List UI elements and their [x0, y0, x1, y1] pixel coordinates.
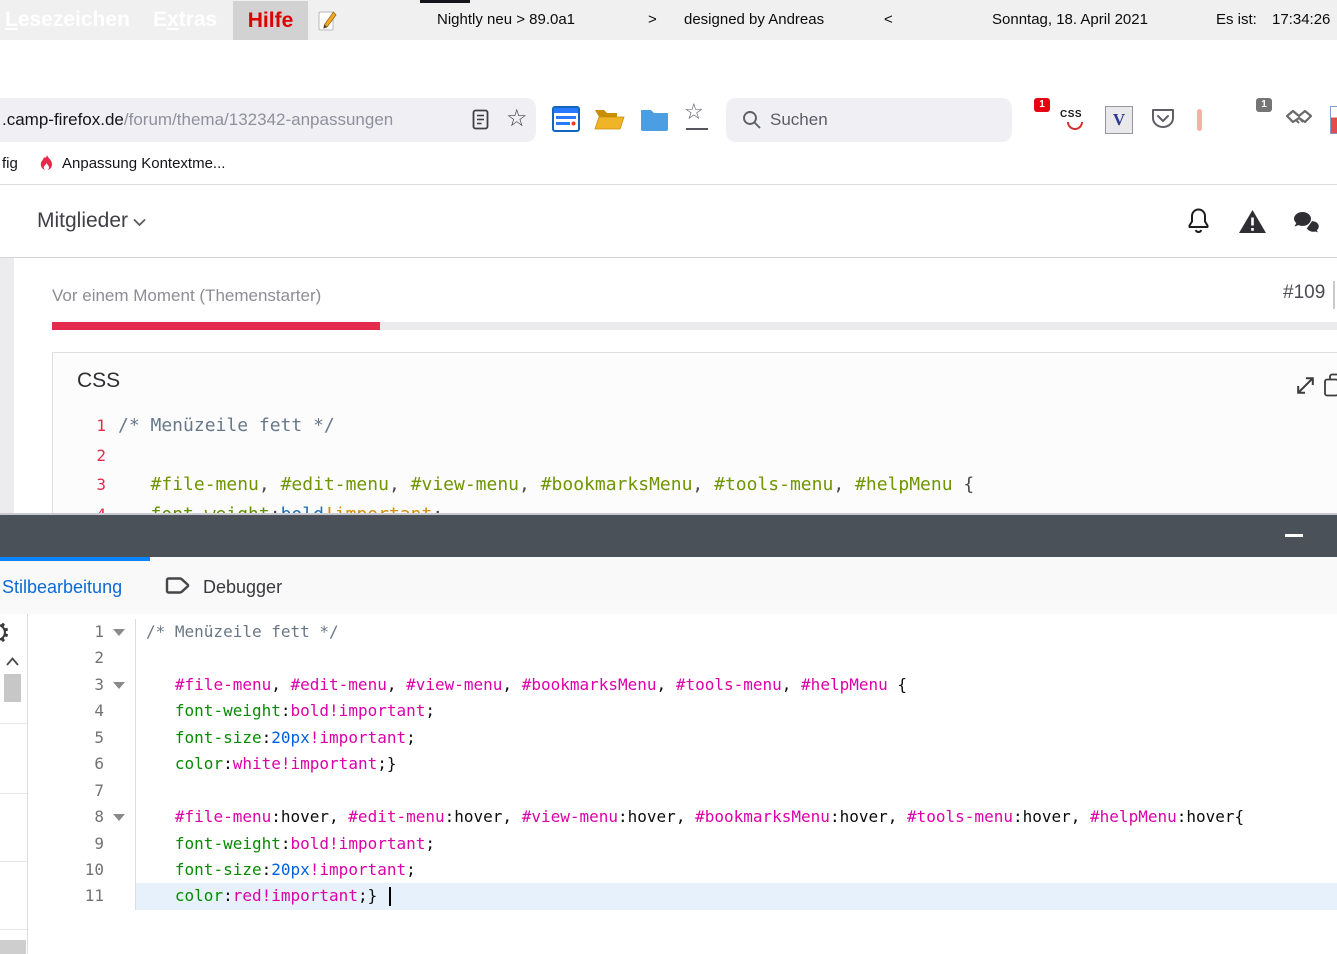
tab-stilbearbeitung[interactable]: Stilbearbeitung	[2, 557, 122, 614]
code-block-title: CSS	[77, 369, 120, 393]
scrollbar-corner	[0, 940, 26, 954]
code-line: 3 #file-menu, #edit-menu, #view-menu, #b…	[53, 470, 1337, 500]
expand-icon[interactable]	[1295, 375, 1316, 396]
url-bar[interactable]: .camp-firefox.de/forum/thema/132342-anpa…	[0, 98, 536, 142]
devtools-panel: Stilbearbeitung Debugger ⚙ 1/* Menüzeile…	[0, 513, 1337, 954]
window-title-product: Nightly neu > 89.0a1	[437, 0, 575, 40]
editor-lines[interactable]: 1/* Menüzeile fett */ 2 3 #file-menu, #e…	[28, 619, 1337, 910]
editor-line: 8 #file-menu:hover, #edit-menu:hover, #v…	[28, 804, 1337, 830]
window-title-sep-left: <	[884, 0, 893, 40]
firefox-window: { "titlebar": { "menu": { "lesezeichen":…	[0, 0, 1337, 954]
chat-icon[interactable]	[1292, 210, 1322, 235]
menu-extras[interactable]: Extras	[153, 0, 217, 40]
devtools-titlebar	[0, 515, 1337, 557]
minimize-dash-icon[interactable]	[1285, 534, 1303, 537]
pocket-icon[interactable]	[1150, 107, 1176, 132]
scrollbar-thumb[interactable]	[4, 674, 21, 702]
bookmarks-menu-icon[interactable]: ☆	[684, 102, 704, 124]
menu-hilfe-hovered[interactable]: Hilfe	[233, 1, 308, 40]
editor-line: 4 font-weight:bold!important;	[28, 698, 1337, 724]
code-line: 1/* Menüzeile fett */	[53, 411, 1337, 441]
editor-line: 1/* Menüzeile fett */	[28, 619, 1337, 645]
fold-arrow-icon[interactable]	[113, 682, 125, 689]
editor-line: 7	[28, 778, 1337, 804]
folder-icon[interactable]	[640, 107, 669, 131]
stylesheet-list-pane: ⚙	[0, 614, 28, 954]
chevron-down-icon	[133, 218, 146, 227]
fold-arrow-icon[interactable]	[113, 629, 125, 636]
nav-mitglieder[interactable]: Mitglieder	[37, 185, 128, 257]
window-titlebar: Lesezeichen Extras Hilfe Nightly neu > 8…	[0, 0, 1337, 40]
editor-line: 10 font-size:20px!important;	[28, 857, 1337, 883]
post-number-link[interactable]: #109	[1283, 282, 1325, 304]
editor-line: 5 font-size:20px!important;	[28, 725, 1337, 751]
editor-line: 6 color:white!important;}	[28, 751, 1337, 777]
notes-pencil-icon[interactable]	[318, 10, 337, 31]
tab-manager-icon[interactable]	[552, 106, 580, 132]
handshake-extension-icon[interactable]	[1285, 108, 1313, 130]
bookmark-item-config[interactable]: fig	[2, 144, 18, 184]
user-avatar[interactable]	[1127, 206, 1158, 237]
flame-favicon	[38, 155, 55, 174]
post-accent-bar	[52, 322, 380, 330]
fold-arrow-icon[interactable]	[113, 814, 125, 821]
post-header-separator	[1333, 281, 1335, 309]
forum-post-area: Vor einem Moment (Themenstarter) #109 CS…	[0, 258, 1337, 538]
folder-open-icon[interactable]	[594, 106, 625, 131]
bell-icon[interactable]	[1186, 207, 1211, 235]
editor-line: 9 font-weight:bold!important;	[28, 831, 1337, 857]
bookmark-star-icon[interactable]: ☆	[506, 106, 528, 130]
titlebar-date: Sonntag, 18. April 2021	[992, 0, 1148, 40]
editor-line: 2	[28, 645, 1337, 671]
editor-line-active: 11 color:red!important;}	[28, 883, 1337, 909]
bookmark-item-anpassung[interactable]: Anpassung Kontextme...	[62, 144, 225, 184]
gear-icon[interactable]: ⚙	[0, 616, 11, 651]
warning-icon[interactable]	[1238, 209, 1267, 234]
post-code-lines: 1/* Menüzeile fett */ 2 3 #file-menu, #e…	[53, 411, 1337, 529]
titlebar-time-prefix: Es ist:	[1216, 0, 1257, 40]
post-timestamp: Vor einem Moment (Themenstarter)	[52, 286, 321, 306]
search-icon	[742, 110, 762, 130]
text-cursor	[389, 887, 391, 906]
menu-lesezeichen[interactable]: Lesezeichen	[5, 0, 130, 40]
tab-debugger[interactable]: Debugger	[203, 557, 282, 614]
copy-icon[interactable]	[1323, 373, 1337, 397]
devtools-tab-bar: Stilbearbeitung Debugger	[0, 557, 1337, 615]
css-extension-icon[interactable]: CSS	[1060, 106, 1082, 120]
navigation-toolbar: .camp-firefox.de/forum/thema/132342-anpa…	[0, 40, 1337, 144]
clipped-extension-icon[interactable]	[1330, 106, 1337, 134]
post-accent-bar-track	[380, 322, 1337, 330]
flash-badge: 1	[1034, 98, 1050, 112]
search-bar[interactable]: Suchen	[726, 98, 1012, 142]
debugger-tag-icon	[165, 575, 191, 596]
v-extension-icon[interactable]: V	[1105, 106, 1133, 134]
url-text: .camp-firefox.de/forum/thema/132342-anpa…	[2, 98, 442, 142]
window-title-custom: designed by Andreas	[684, 0, 824, 40]
bookmarks-menu-underline	[686, 128, 708, 130]
style-editor[interactable]: ⚙ 1/* Menüzeile fett */ 2 3 #file-menu, …	[0, 614, 1337, 954]
ublock-badge: 1	[1256, 98, 1272, 112]
bookmarks-toolbar: fig Anpassung Kontextme...	[0, 144, 1337, 185]
reader-view-icon[interactable]	[472, 109, 489, 130]
code-line: 2	[53, 441, 1337, 471]
editor-line: 3 #file-menu, #edit-menu, #view-menu, #b…	[28, 672, 1337, 698]
scroll-up-icon[interactable]	[5, 656, 20, 667]
forum-page-header: Mitglieder	[0, 185, 1337, 258]
page-margin-strip	[0, 258, 14, 514]
search-placeholder: Suchen	[770, 98, 828, 142]
window-title-sep-right: >	[648, 0, 657, 40]
titlebar-clock: 17:34:26	[1272, 0, 1330, 40]
